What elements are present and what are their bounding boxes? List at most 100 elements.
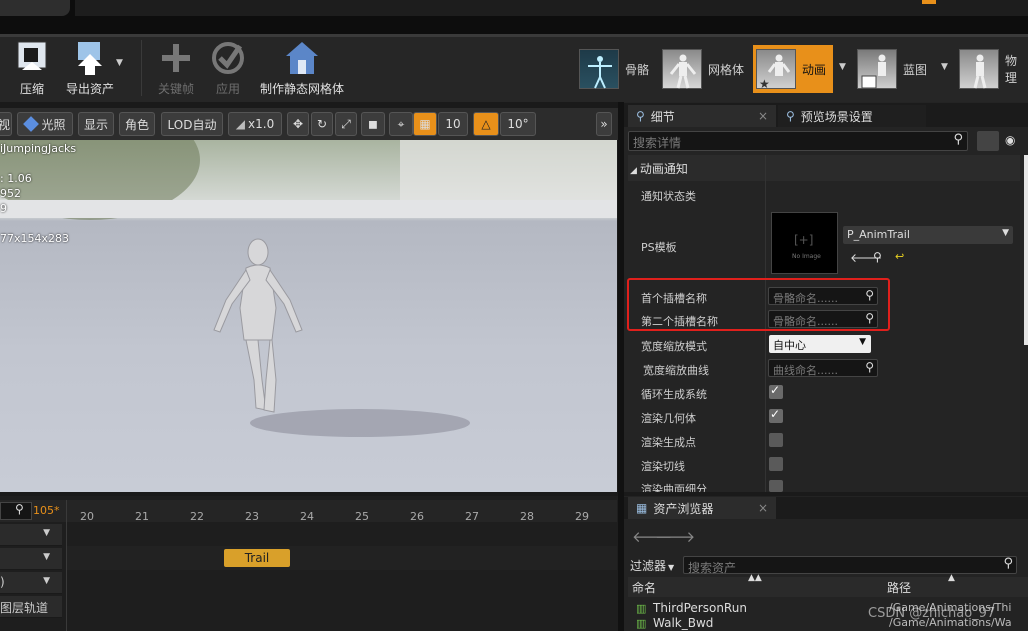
- speed-label: x1.0: [248, 117, 275, 131]
- viewport[interactable]: [0, 140, 617, 492]
- asset-search-input[interactable]: 搜索资产 ⚲: [683, 556, 1017, 575]
- cube-world-icon[interactable]: ◼: [361, 112, 385, 136]
- anim-asset-icon: ▥: [636, 617, 647, 630]
- search-icon: ⚲: [865, 288, 874, 302]
- chevron-down-icon[interactable]: ▼: [43, 528, 50, 538]
- angle-snap-value[interactable]: 10°: [500, 112, 536, 136]
- grid-snap-value[interactable]: 10: [438, 112, 468, 136]
- curve-placeholder: 曲线命名......: [773, 364, 838, 377]
- chevron-down-icon[interactable]: ▼: [116, 58, 123, 68]
- export-icon: [72, 40, 108, 76]
- asset-search-placeholder: 搜索资产: [688, 561, 737, 575]
- angle-snap-icon[interactable]: △: [473, 112, 499, 136]
- second-socket-input[interactable]: 骨骼命名...... ⚲: [768, 310, 878, 328]
- search-icon[interactable]: ⚲: [873, 250, 882, 264]
- chevron-down-icon[interactable]: ▼: [43, 552, 50, 562]
- track-label[interactable]: ) ▼: [0, 572, 62, 594]
- playback-speed-button[interactable]: ◢ x1.0: [228, 112, 282, 136]
- view-label: 视: [0, 117, 11, 132]
- lod-button[interactable]: LOD自动: [161, 112, 223, 136]
- render-tangents-label: 渲染切线: [641, 460, 685, 473]
- mode-animation[interactable]: ★ 动画: [753, 45, 833, 93]
- chevron-down-icon[interactable]: ▼: [839, 62, 846, 72]
- grid-snap-icon[interactable]: ▦: [413, 112, 437, 136]
- asset-row-name[interactable]: ThirdPersonRun: [653, 601, 747, 615]
- render-geometry-label: 渲染几何体: [641, 412, 696, 425]
- render-tessellation-checkbox[interactable]: [769, 480, 783, 492]
- curve-input[interactable]: 曲线命名...... ⚲: [768, 359, 878, 377]
- surface-snap-icon[interactable]: ⌖: [389, 112, 413, 136]
- panel-splitter[interactable]: [618, 102, 624, 631]
- col-path[interactable]: 路径: [887, 579, 911, 596]
- chevron-down-icon[interactable]: ▼: [941, 62, 948, 72]
- trail-notify-label: Trail: [244, 551, 270, 565]
- trail-notify[interactable]: Trail: [224, 549, 290, 567]
- tab-details[interactable]: ⚲ 细节 ×: [628, 105, 776, 127]
- mesh-thumbnail: [662, 49, 702, 89]
- house-icon: [284, 40, 320, 76]
- tick-label: 25: [355, 510, 369, 523]
- export-asset-label: 导出资产: [65, 82, 114, 96]
- ps-thumbnail[interactable]: [+] No Image: [771, 212, 838, 274]
- track-label[interactable]: 图层轨道: [0, 596, 62, 618]
- list-view-icon[interactable]: [977, 131, 999, 151]
- track-label[interactable]: ▼: [0, 548, 62, 570]
- editor-tab[interactable]: [0, 0, 70, 16]
- chevron-down-icon: ▼: [1002, 228, 1009, 238]
- timeline-search[interactable]: ⚲: [0, 502, 32, 520]
- character-button[interactable]: 角色: [119, 112, 155, 136]
- details-scrollbar[interactable]: [1024, 155, 1028, 345]
- ps-template-dropdown[interactable]: P_AnimTrail ▼: [843, 226, 1013, 244]
- show-label: 显示: [84, 117, 109, 132]
- expand-toolbar-icon[interactable]: »: [596, 112, 612, 136]
- col-name[interactable]: 命名: [632, 579, 656, 596]
- tab-preview-scene[interactable]: ⚲ 预览场景设置: [778, 105, 926, 127]
- view-button[interactable]: 视: [0, 112, 12, 136]
- tick-label: 24: [300, 510, 314, 523]
- details-search-input[interactable]: 搜索详情 ⚲: [628, 131, 968, 151]
- loop-system-checkbox[interactable]: [769, 383, 783, 399]
- render-spawn-points-checkbox[interactable]: [769, 433, 783, 447]
- loop-system-label: 循环生成系统: [641, 388, 707, 401]
- mode-animation-label: 动画: [802, 62, 827, 77]
- animation-thumbnail: ★: [756, 49, 796, 91]
- details-search-placeholder: 搜索详情: [633, 136, 682, 150]
- make-static-mesh-button[interactable]: 制作静态网格体: [255, 40, 349, 100]
- export-asset-button[interactable]: 导出资产 ▼: [50, 40, 130, 100]
- eye-icon[interactable]: ◉: [1005, 133, 1015, 147]
- grid-snap-label: 10: [445, 117, 461, 131]
- mode-skeleton[interactable]: 骨骼: [579, 46, 649, 92]
- anim-asset-icon: ▥: [636, 602, 647, 615]
- mode-mesh[interactable]: 网格体: [662, 46, 744, 92]
- tick-label: 27: [465, 510, 479, 523]
- chevron-down-icon[interactable]: ▼: [43, 576, 50, 586]
- render-tangents-checkbox[interactable]: [769, 457, 783, 471]
- close-icon[interactable]: ×: [758, 501, 768, 515]
- mode-blueprint-label: 蓝图: [903, 62, 928, 77]
- close-icon[interactable]: ×: [758, 109, 768, 123]
- filter-button[interactable]: 过滤器 ▼: [630, 557, 674, 574]
- tab-preview-label: 预览场景设置: [800, 109, 873, 124]
- width-scale-mode-select[interactable]: 自中心 ▼: [769, 335, 871, 353]
- render-geometry-checkbox[interactable]: [769, 407, 783, 423]
- mode-physics[interactable]: 物理: [959, 46, 1028, 92]
- mode-blueprint[interactable]: 蓝图: [857, 46, 927, 92]
- tab-asset-browser[interactable]: ▦ 资产浏览器 ×: [628, 497, 776, 519]
- render-tessellation-row: 渲染曲面细分: [628, 481, 1018, 492]
- tick-label: 22: [190, 510, 204, 523]
- arrow-right-icon[interactable]: 🡒: [655, 527, 695, 546]
- translate-icon[interactable]: ✥: [287, 112, 309, 136]
- lit-button[interactable]: 光照: [17, 112, 73, 136]
- physics-thumbnail: [959, 49, 999, 89]
- asset-row-name[interactable]: Walk_Bwd: [653, 616, 713, 630]
- current-frame: 105*: [33, 504, 60, 517]
- track-label[interactable]: ▼: [0, 524, 62, 546]
- filter-label: 过滤器: [630, 559, 667, 573]
- show-button[interactable]: 显示: [78, 112, 114, 136]
- first-socket-input[interactable]: 骨骼命名...... ⚲: [768, 287, 878, 305]
- rate-text: : 1.06: [0, 172, 32, 185]
- scale-icon[interactable]: ⤢: [335, 112, 357, 136]
- ps-template-label: PS模板: [641, 241, 677, 254]
- rotate-icon[interactable]: ↻: [311, 112, 333, 136]
- reset-icon[interactable]: ↩: [895, 250, 904, 263]
